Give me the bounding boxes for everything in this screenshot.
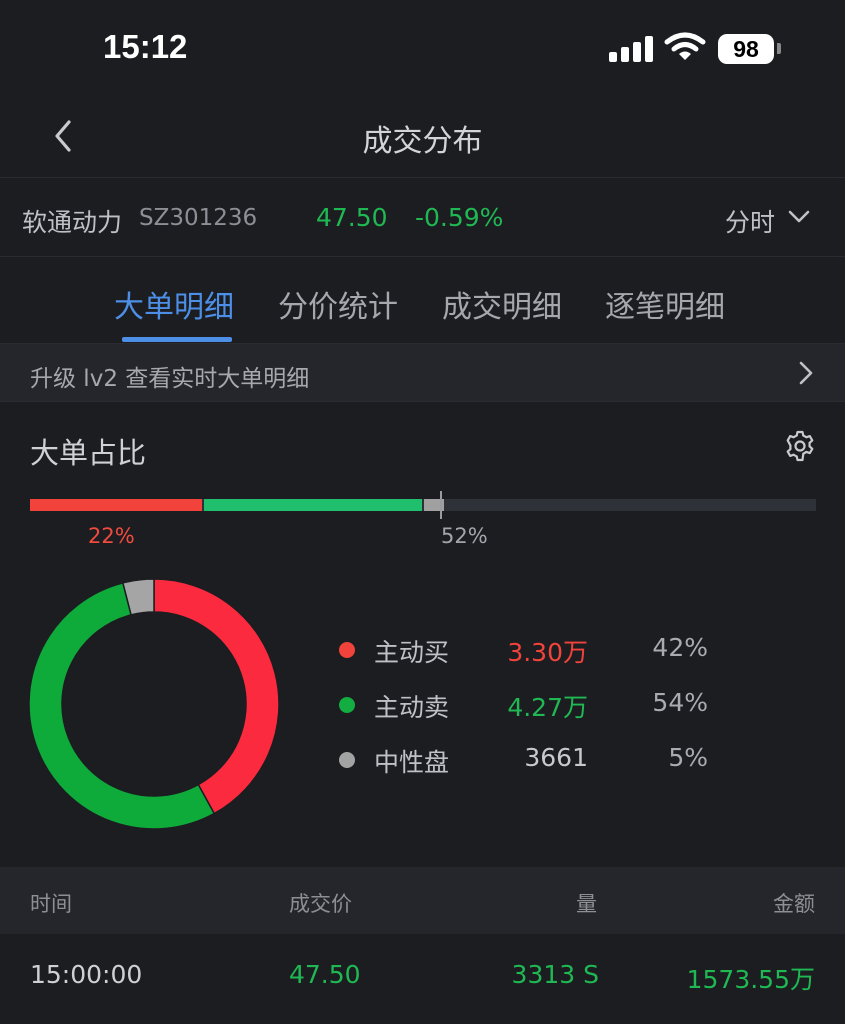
donut-slice-0	[153, 578, 280, 815]
legend-value: 4.27万	[507, 693, 588, 722]
signal-icon	[609, 36, 653, 62]
donut-slice-1	[28, 582, 216, 830]
donut-chart	[28, 578, 280, 830]
battery-cap	[777, 43, 781, 54]
legend-dot-red	[339, 642, 355, 658]
page-title: 成交分布	[362, 124, 483, 159]
table-row[interactable]: 15:00:00 47.50 3313 S 1573.55万	[0, 935, 845, 1024]
legend-label: 中性盘	[374, 748, 450, 777]
legend-value: 3.30万	[507, 638, 588, 667]
legend-dot-grey	[339, 752, 355, 768]
stock-name: 软通动力	[22, 208, 123, 237]
legend-pct: 54%	[652, 688, 708, 717]
section-title: 大单占比	[30, 436, 147, 470]
header-volume: 量	[576, 892, 597, 916]
header-amount: 金额	[773, 892, 815, 916]
chevron-down-icon[interactable]	[787, 207, 811, 227]
period-selector[interactable]: 分时	[725, 203, 775, 239]
table-header: 时间 成交价 量 金额	[0, 867, 845, 934]
cell-amount: 1573.55万	[686, 965, 815, 994]
header-time: 时间	[30, 892, 72, 916]
stock-code: SZ301236	[139, 205, 258, 231]
cell-volume: 3313 S	[511, 960, 599, 989]
stock-info-row: 软通动力 SZ301236 47.50 -0.59% 分时	[0, 179, 845, 257]
legend-row-neutral: 中性盘 3661 5%	[336, 741, 736, 781]
cell-time: 15:00:00	[30, 960, 143, 989]
nav-bar: 成交分布	[0, 96, 845, 178]
tab-bar: 大单明细 分价统计 成交明细 逐笔明细	[0, 258, 845, 343]
legend-pct: 42%	[652, 633, 708, 662]
upgrade-text: 升级 lv2 查看实时大单明细	[30, 366, 310, 392]
status-time: 15:12	[103, 28, 188, 65]
upgrade-banner[interactable]: 升级 lv2 查看实时大单明细	[0, 343, 845, 402]
tab-big-order-detail[interactable]: 大单明细	[114, 282, 234, 326]
ratio-bar-sell	[203, 499, 422, 511]
legend-row-buy: 主动买 3.30万 42%	[336, 631, 736, 671]
ratio-bar	[30, 499, 816, 511]
ratio-bar-marker	[440, 491, 442, 519]
stock-price: 47.50	[316, 203, 388, 232]
active-tab-indicator	[122, 337, 232, 342]
battery-indicator: 98	[718, 34, 774, 64]
legend-label: 主动卖	[374, 693, 450, 722]
ratio-label-left: 22%	[88, 524, 135, 548]
tab-tick-detail[interactable]: 逐笔明细	[605, 282, 725, 326]
status-bar: 15:12 98	[0, 0, 845, 96]
ratio-label-right: 52%	[441, 524, 488, 548]
legend-dot-green	[339, 697, 355, 713]
stock-change: -0.59%	[415, 203, 504, 232]
cell-price: 47.50	[289, 960, 361, 989]
tab-trade-detail[interactable]: 成交明细	[442, 282, 562, 326]
wifi-icon	[664, 32, 706, 60]
gear-icon[interactable]	[784, 430, 816, 462]
tab-price-stats[interactable]: 分价统计	[278, 282, 398, 326]
legend-row-sell: 主动卖 4.27万 54%	[336, 686, 736, 726]
chevron-right-icon	[799, 361, 813, 385]
header-price: 成交价	[289, 892, 352, 916]
legend-value: 3661	[524, 743, 588, 772]
legend-label: 主动买	[374, 638, 450, 667]
legend-pct: 5%	[668, 743, 708, 772]
ratio-bar-buy	[30, 499, 202, 511]
